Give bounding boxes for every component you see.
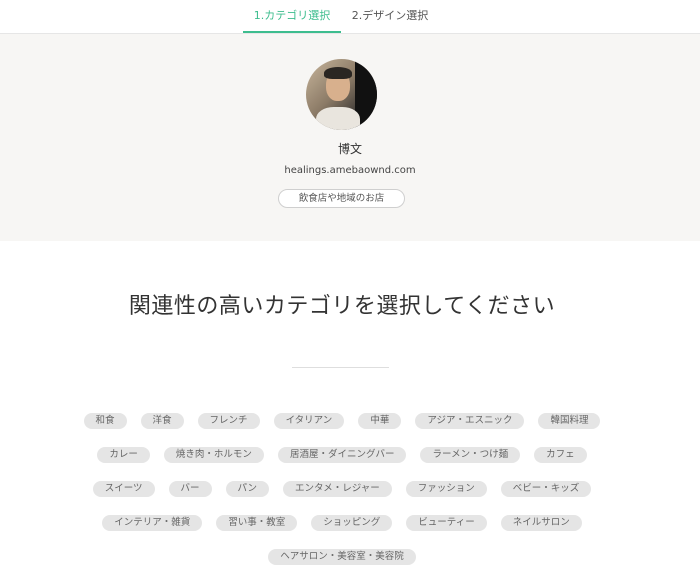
- category-tag[interactable]: パン: [225, 481, 270, 497]
- category-tag[interactable]: ファッション: [405, 481, 487, 497]
- category-tag[interactable]: ヘアサロン・美容室・美容院: [268, 549, 416, 565]
- tab-category-select[interactable]: 1.カテゴリ選択: [243, 0, 341, 33]
- step-tabs: 1.カテゴリ選択 2.デザイン選択: [0, 0, 700, 34]
- category-tag[interactable]: 焼き肉・ホルモン: [163, 447, 264, 463]
- category-tag[interactable]: 韓国料理: [538, 413, 601, 429]
- category-tag[interactable]: ビューティー: [406, 515, 487, 531]
- category-tag[interactable]: カレー: [97, 447, 150, 463]
- category-tag[interactable]: ネイルサロン: [500, 515, 582, 531]
- category-tag[interactable]: カフェ: [534, 447, 587, 463]
- category-tag[interactable]: アジア・エスニック: [415, 413, 525, 429]
- category-tag[interactable]: 習い事・教室: [216, 515, 298, 531]
- tag-row-3: スイーツ バー パン エンタメ・レジャー ファッション ベビー・キッズ: [0, 481, 684, 497]
- profile-category-badge: 飲食店や地域のお店: [278, 189, 405, 208]
- tag-row-2: カレー 焼き肉・ホルモン 居酒屋・ダイニングバー ラーメン・つけ麺 カフェ: [0, 447, 684, 463]
- category-tag[interactable]: 中華: [358, 413, 402, 429]
- category-tag[interactable]: インテリア・雑貨: [102, 515, 203, 531]
- category-tag[interactable]: 居酒屋・ダイニングバー: [277, 447, 407, 463]
- page-heading: 関連性の高いカテゴリを選択してください: [128, 294, 556, 319]
- category-tag[interactable]: 洋食: [140, 413, 184, 429]
- avatar: [306, 59, 377, 130]
- tag-row-1: 和食 洋食 フレンチ イタリアン 中華 アジア・エスニック 韓国料理: [0, 413, 684, 429]
- category-tag[interactable]: スイーツ: [92, 481, 155, 497]
- tag-row-4: インテリア・雑貨 習い事・教室 ショッピング ビューティー ネイルサロン: [0, 515, 684, 531]
- avatar-hair: [324, 67, 352, 79]
- profile-name: 博文: [337, 142, 362, 156]
- avatar-shirt: [316, 107, 360, 130]
- category-tag[interactable]: ラーメン・つけ麺: [420, 447, 521, 463]
- category-tag[interactable]: バー: [168, 481, 212, 497]
- category-tag[interactable]: エンタメ・レジャー: [283, 481, 392, 497]
- category-tag[interactable]: ベビー・キッズ: [500, 481, 592, 497]
- category-tag[interactable]: ショッピング: [311, 515, 393, 531]
- category-tag[interactable]: 和食: [83, 413, 127, 429]
- profile-url: healings.amebaownd.com: [284, 165, 416, 176]
- divider: [292, 367, 389, 368]
- category-tag[interactable]: イタリアン: [273, 413, 345, 429]
- tag-row-5: ヘアサロン・美容室・美容院: [0, 549, 684, 565]
- profile-section: 博文 healings.amebaownd.com 飲食店や地域のお店: [0, 34, 700, 241]
- tab-design-select[interactable]: 2.デザイン選択: [345, 0, 435, 31]
- category-tag[interactable]: フレンチ: [197, 413, 260, 429]
